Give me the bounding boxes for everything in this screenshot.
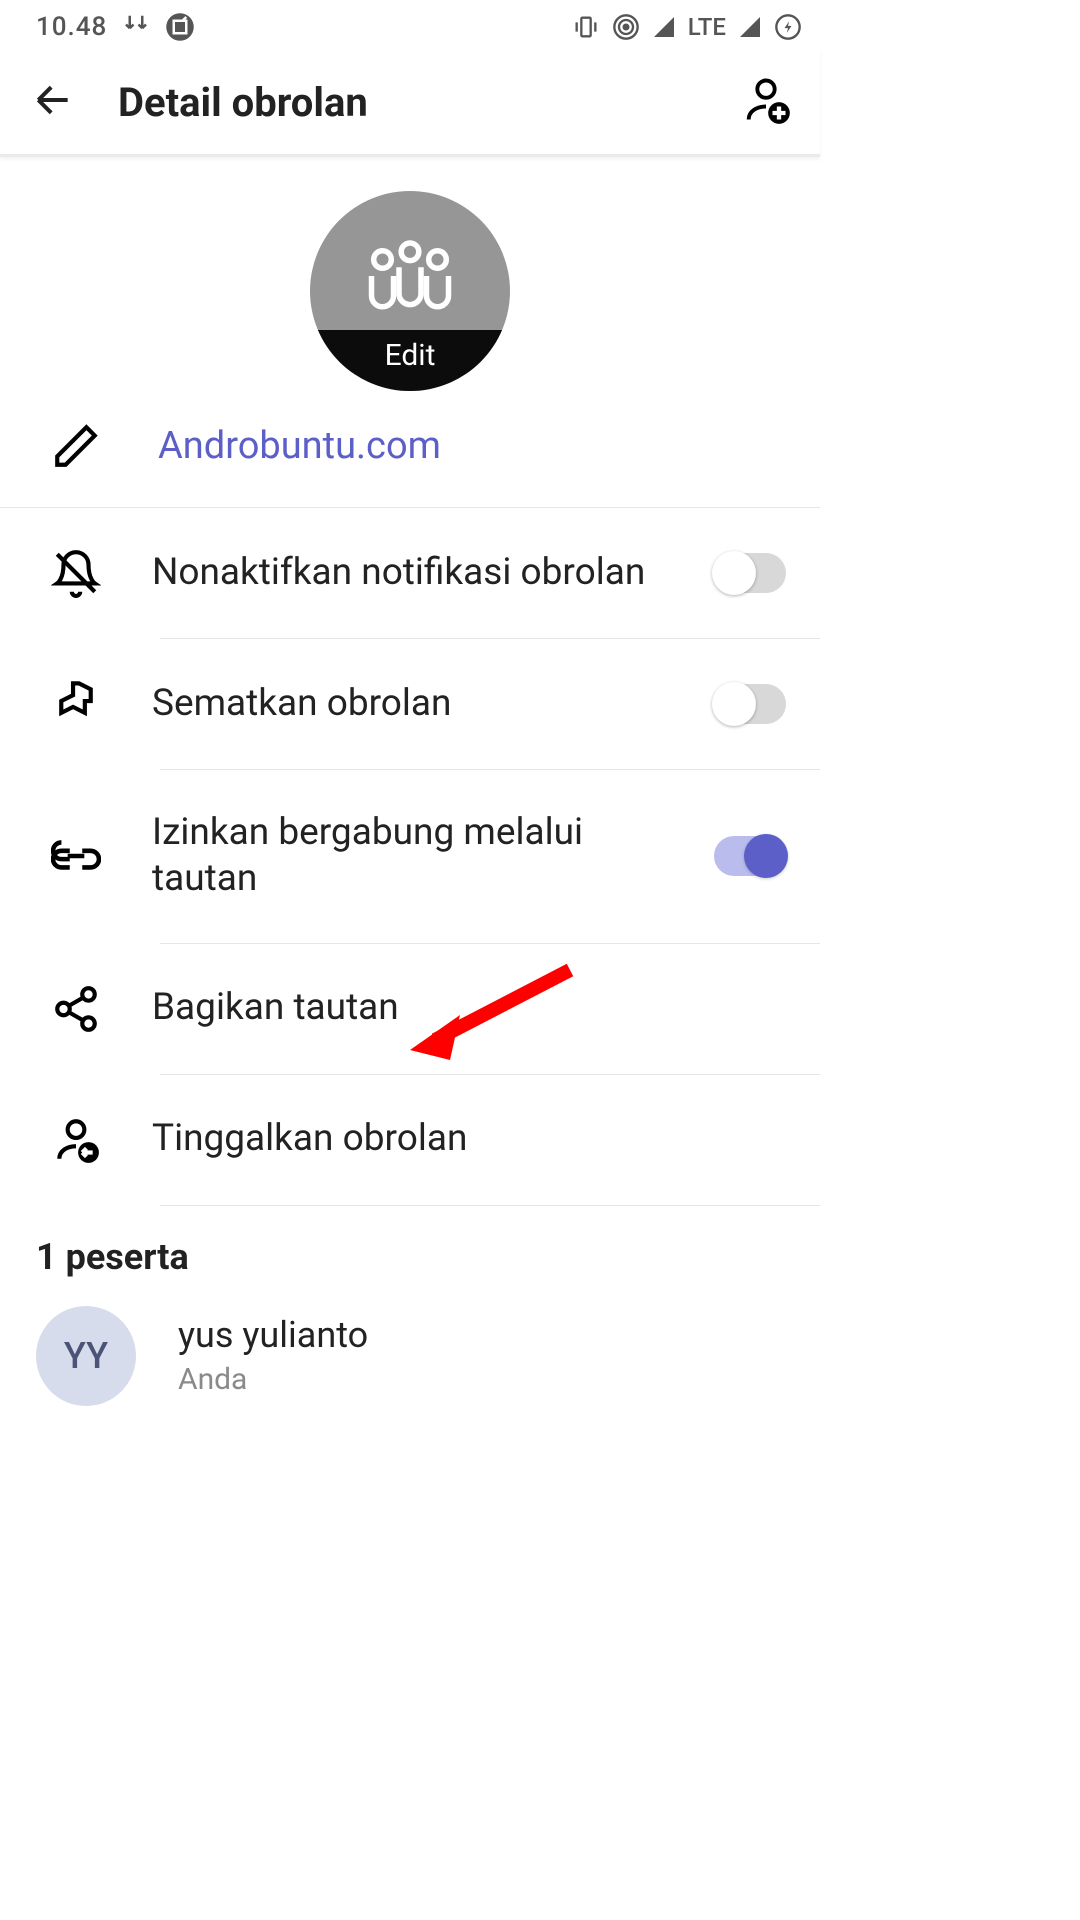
teams-group-icon [355,236,465,316]
signal-1-icon [652,15,676,39]
signal-2-icon [738,15,762,39]
download-arrows-icon [121,12,151,42]
participant-sublabel: Anda [178,1362,368,1397]
mute-label: Nonaktifkan notifikasi obrolan [152,550,666,596]
pin-label: Sematkan obrolan [152,681,666,727]
participant-row[interactable]: YY yus yulianto Anda [0,1294,820,1406]
leave-chat-row[interactable]: Tinggalkan obrolan [0,1075,820,1205]
group-avatar[interactable]: Edit [310,191,510,391]
battery-saver-icon [774,13,802,41]
participant-info: yus yulianto Anda [178,1314,368,1397]
share-link-row[interactable]: Bagikan tautan [0,944,820,1074]
network-type-label: LTE [688,13,726,41]
add-participant-button[interactable] [740,74,796,130]
status-time: 10.48 [36,12,107,42]
participant-name: yus yulianto [178,1314,368,1356]
pin-toggle[interactable] [714,684,786,724]
back-button[interactable] [26,78,80,126]
avatar-section: Edit [0,157,820,391]
pin-chat-row[interactable]: Sematkan obrolan [0,639,820,769]
leave-person-icon [48,1115,104,1165]
participant-avatar: YY [36,1306,136,1406]
hotspot-icon [612,13,640,41]
status-right: LTE [572,13,802,41]
chat-name: Androbuntu.com [158,424,441,468]
participants-heading: 1 peserta [0,1206,820,1294]
bell-off-icon [48,548,104,598]
allow-join-link-row[interactable]: Izinkan bergabung melalui tautan [0,770,820,943]
vibrate-icon [572,13,600,41]
mute-notifications-row[interactable]: Nonaktifkan notifikasi obrolan [0,508,820,638]
page-title: Detail obrolan [118,79,368,126]
screenshot-app-icon [165,12,195,42]
mute-toggle[interactable] [714,553,786,593]
join-link-toggle[interactable] [714,836,786,876]
join-link-label: Izinkan bergabung melalui tautan [152,810,666,903]
chat-name-row[interactable]: Androbuntu.com [0,391,820,508]
leave-label: Tinggalkan obrolan [152,1116,786,1162]
pencil-icon [48,421,104,471]
share-link-label: Bagikan tautan [152,985,786,1031]
pin-icon [48,679,104,729]
options-list: Nonaktifkan notifikasi obrolan Sematkan … [0,508,820,1206]
status-bar: 10.48 LTE [0,0,820,50]
status-left: 10.48 [36,12,195,42]
share-icon [48,984,104,1034]
app-header: Detail obrolan [0,50,820,157]
avatar-edit-label[interactable]: Edit [310,330,510,391]
link-icon [48,839,104,873]
